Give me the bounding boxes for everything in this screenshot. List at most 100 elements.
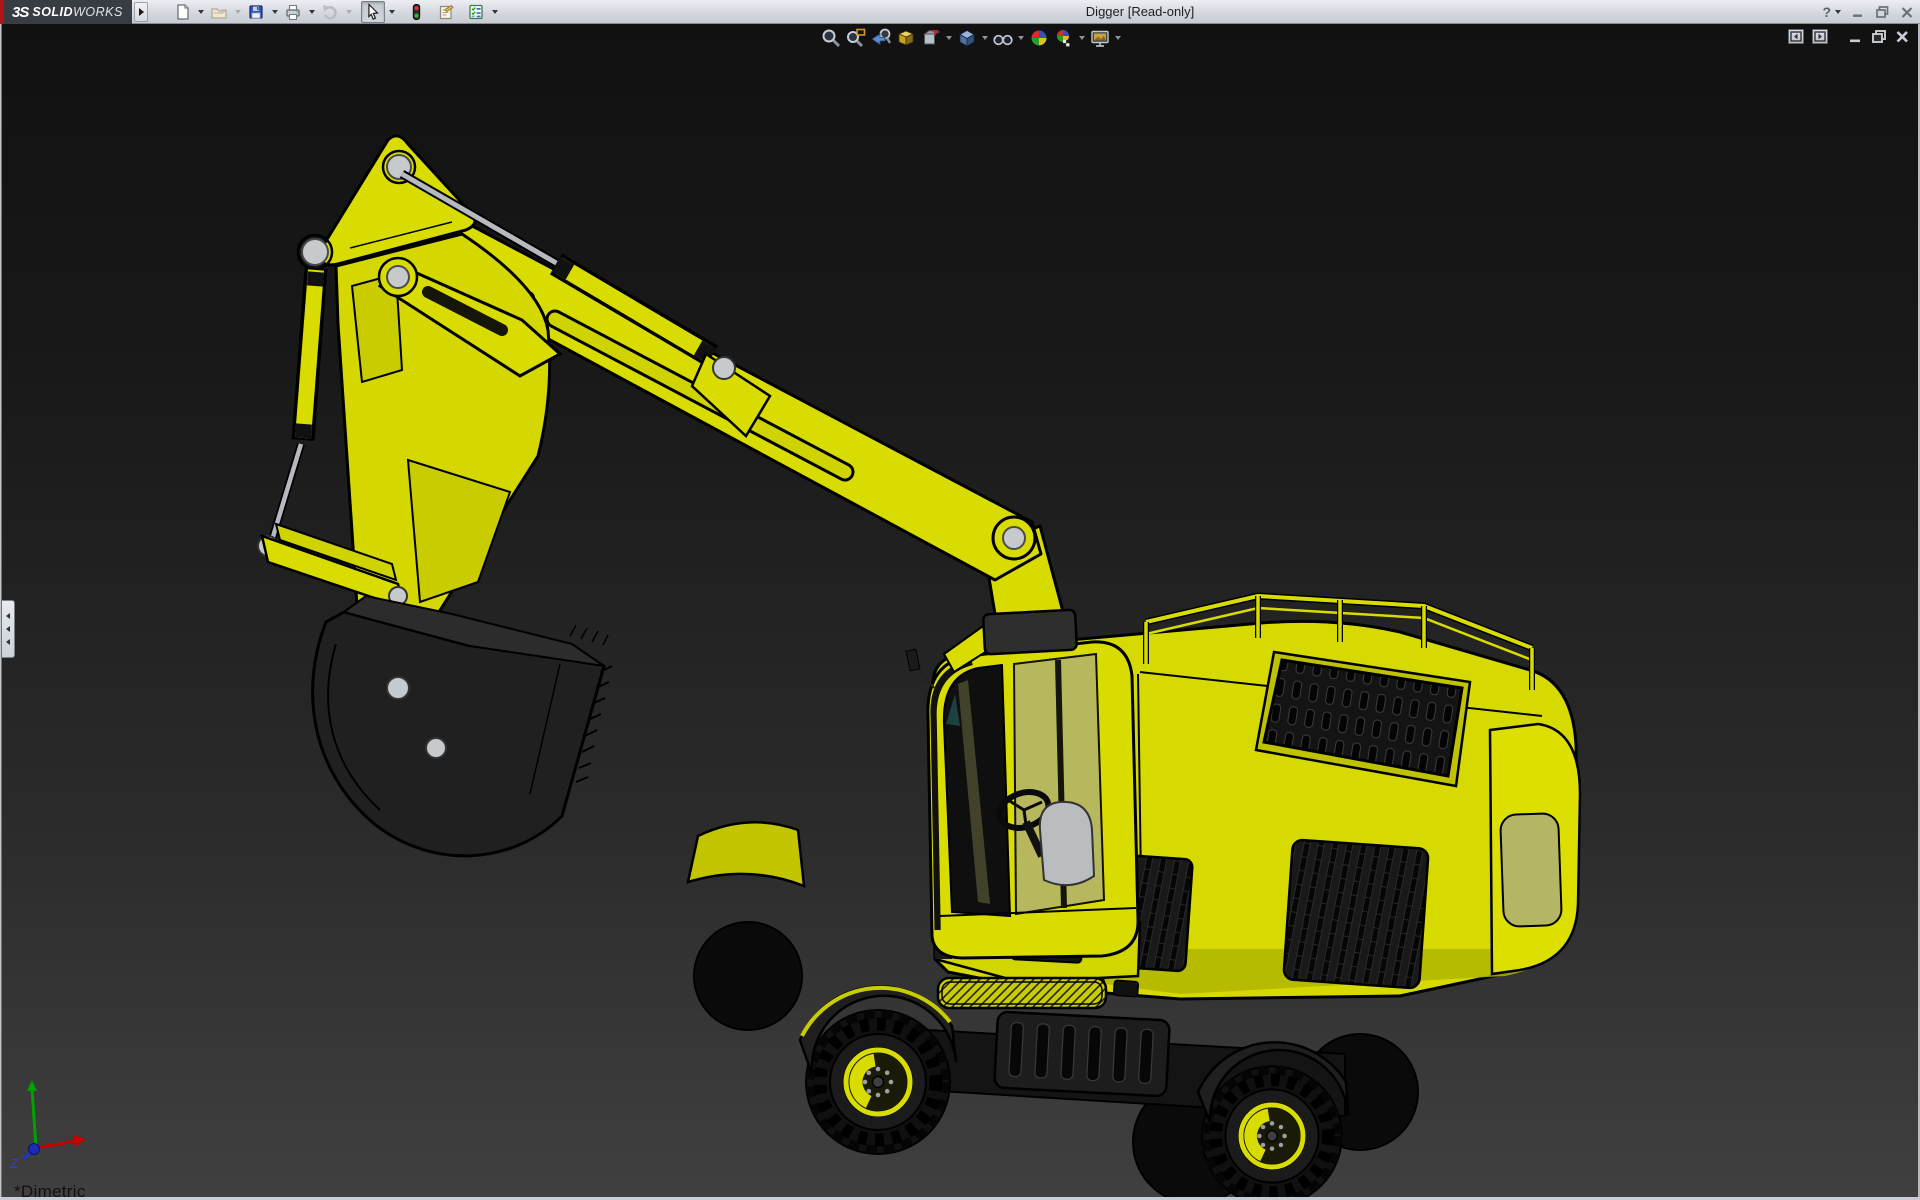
view-settings-button[interactable] <box>1087 26 1112 50</box>
reference-triad[interactable]: Z <box>6 1078 106 1174</box>
window-frame-left <box>0 24 2 1200</box>
zoom-to-fit-icon <box>820 27 842 49</box>
running-board-step[interactable] <box>938 978 1106 1008</box>
zoom-to-area-icon <box>845 27 867 49</box>
options-dropdown[interactable] <box>488 1 501 23</box>
pane-next-icon <box>1814 31 1826 42</box>
save-floppy-icon <box>247 3 265 21</box>
left-pin <box>302 239 328 265</box>
print-dropdown[interactable] <box>305 1 318 23</box>
help-button[interactable]: ? <box>1822 4 1831 20</box>
collapse-arrow-icon <box>6 626 10 632</box>
file-properties-icon <box>437 3 455 21</box>
elbow-pin <box>1003 527 1025 549</box>
front-far-fender[interactable] <box>688 822 804 886</box>
display-style-button[interactable] <box>954 26 979 50</box>
document-minimize-icon <box>1848 29 1863 44</box>
select-cursor-icon <box>364 3 382 21</box>
roof-intake-box <box>983 610 1077 655</box>
collapse-arrow-icon <box>6 613 10 619</box>
options-button[interactable] <box>464 1 488 23</box>
display-style-cube-icon <box>956 27 978 49</box>
undo-arrow-icon <box>321 3 339 21</box>
new-document-button[interactable] <box>170 1 194 23</box>
save-button[interactable] <box>244 1 268 23</box>
y-axis-arrow <box>27 1080 37 1091</box>
minimize-button[interactable] <box>1851 5 1865 19</box>
apply-scene-dropdown[interactable] <box>1076 26 1087 50</box>
open-dropdown[interactable] <box>231 1 244 23</box>
minimize-icon <box>1851 5 1865 19</box>
restore-button[interactable] <box>1875 5 1890 19</box>
feature-tree-collapsed-tab[interactable] <box>2 600 15 658</box>
help-dropdown[interactable] <box>1835 10 1841 14</box>
print-icon <box>284 3 302 21</box>
view-orientation-button[interactable] <box>918 26 943 50</box>
pane-next-button[interactable] <box>1812 29 1828 44</box>
left-hydraulic-cylinder[interactable] <box>258 268 316 556</box>
headsup-view-toolbar <box>818 26 1123 50</box>
brand-name-bold: SOLID <box>32 5 73 19</box>
eyeglasses-icon <box>992 27 1014 49</box>
z-axis-label: Z <box>9 1156 19 1171</box>
titlebar: 3S SOLIDWORKS <box>0 0 1920 24</box>
undercarriage[interactable] <box>994 1012 1170 1097</box>
pane-previous-button[interactable] <box>1788 29 1804 44</box>
new-document-dropdown[interactable] <box>194 1 207 23</box>
zoom-to-fit-button[interactable] <box>818 26 843 50</box>
hide-show-items-button[interactable] <box>990 26 1015 50</box>
rebuild-button[interactable] <box>404 1 428 23</box>
document-window-controls <box>1788 29 1910 44</box>
side-vent-grille[interactable] <box>1283 839 1428 988</box>
edit-appearance-button[interactable] <box>1026 26 1051 50</box>
view-orientation-icon <box>920 27 942 49</box>
view-orientation-dropdown[interactable] <box>943 26 954 50</box>
save-dropdown[interactable] <box>268 1 281 23</box>
select-dropdown[interactable] <box>385 1 398 23</box>
bucket[interactable] <box>313 596 612 856</box>
collapse-arrow-icon <box>6 639 10 645</box>
x-axis-arrow <box>73 1135 86 1147</box>
undo-dropdown[interactable] <box>342 1 355 23</box>
display-style-dropdown[interactable] <box>979 26 990 50</box>
previous-view-button[interactable] <box>868 26 893 50</box>
document-minimize-button[interactable] <box>1848 29 1863 44</box>
scene-checkered-ball-icon <box>1053 27 1075 49</box>
document-restore-icon <box>1871 29 1887 44</box>
view-settings-dropdown[interactable] <box>1112 26 1123 50</box>
pane-previous-icon <box>1790 31 1802 42</box>
open-button[interactable] <box>207 1 231 23</box>
menu-expand-button[interactable] <box>134 2 148 22</box>
section-view-button[interactable] <box>893 26 918 50</box>
titlebar-window-controls: ? <box>1822 0 1914 24</box>
brand-name: SOLIDWORKS <box>32 5 122 19</box>
zoom-to-area-button[interactable] <box>843 26 868 50</box>
new-document-icon <box>173 3 191 21</box>
menu-expand-arrow-icon <box>139 8 144 16</box>
rear-wheel[interactable] <box>1202 1066 1342 1200</box>
appearance-ball-icon <box>1028 27 1050 49</box>
rebuild-traffic-light-icon <box>407 3 425 21</box>
undo-button[interactable] <box>318 1 342 23</box>
select-button[interactable] <box>361 1 385 23</box>
apply-scene-button[interactable] <box>1051 26 1076 50</box>
front-wheel[interactable] <box>806 1010 950 1154</box>
restore-icon <box>1875 5 1890 19</box>
graphics-area[interactable]: Z *Dimetric <box>0 24 1920 1200</box>
standard-toolbar <box>170 1 501 23</box>
previous-view-icon <box>870 27 892 49</box>
mirror <box>906 649 920 671</box>
excavator-model[interactable] <box>0 24 1920 1200</box>
open-folder-icon <box>210 3 228 21</box>
close-button[interactable] <box>1900 5 1914 19</box>
cylinder-pin <box>713 357 735 379</box>
dassault-3s-logo-icon: 3S <box>12 4 28 21</box>
print-button[interactable] <box>281 1 305 23</box>
document-restore-button[interactable] <box>1871 29 1887 44</box>
hide-show-items-dropdown[interactable] <box>1015 26 1026 50</box>
options-checklist-icon <box>467 3 485 21</box>
document-close-button[interactable] <box>1895 29 1910 44</box>
brand-name-light: WORKS <box>73 5 123 19</box>
rear-window[interactable] <box>1500 813 1562 927</box>
file-properties-button[interactable] <box>434 1 458 23</box>
